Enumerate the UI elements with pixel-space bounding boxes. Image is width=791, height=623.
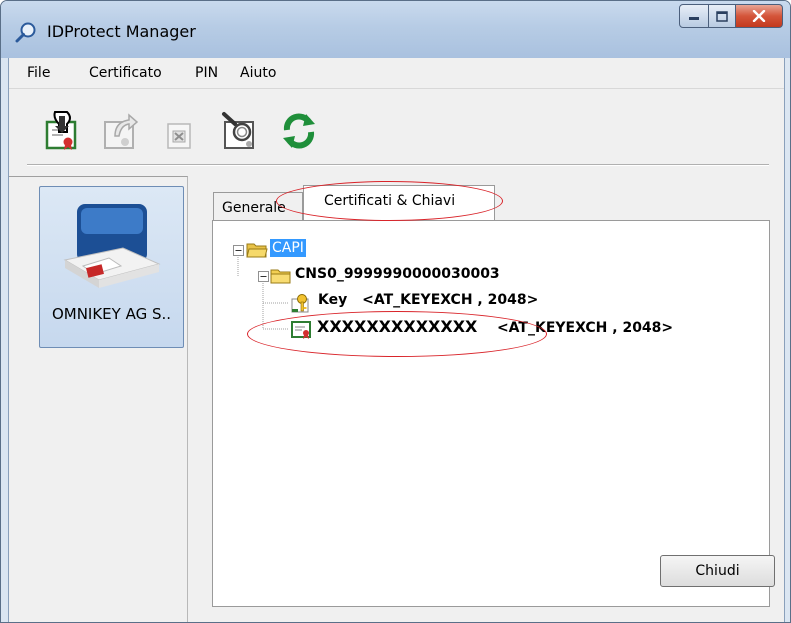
delete-certificate-button[interactable] [161, 110, 201, 152]
close-window-button[interactable] [736, 4, 783, 28]
maximize-button[interactable] [709, 4, 736, 28]
menu-pin[interactable]: PIN [195, 65, 218, 81]
tab-generale[interactable]: Generale [213, 192, 303, 221]
view-certificate-icon [222, 112, 254, 149]
folder-open-icon [246, 243, 268, 258]
key-info: <AT_KEYEXCH , 2048> [362, 292, 539, 308]
import-certificate-button[interactable] [43, 110, 83, 152]
import-certificate-icon [45, 111, 77, 150]
menu-aiuto[interactable]: Aiuto [240, 65, 276, 81]
title-bar[interactable]: IDProtect Manager [1, 1, 790, 58]
client-area: File Certificato PIN Aiuto OMNIKEY AG S.… [8, 58, 785, 622]
export-certificate-button[interactable] [101, 110, 141, 152]
delete-certificate-icon [167, 123, 191, 149]
close-icon [752, 10, 766, 22]
menu-certificato[interactable]: Certificato [89, 65, 162, 81]
menu-bar: File Certificato PIN Aiuto [9, 58, 784, 89]
folder-icon [270, 269, 291, 284]
key-name: Key [318, 292, 348, 308]
view-certificate-button[interactable] [221, 110, 261, 152]
tab-page-certificati: CAPI CNS0_9999990000030003 Key <AT_KEYEX… [212, 220, 775, 607]
toolbar-separator [27, 164, 769, 166]
refresh-button[interactable] [279, 110, 319, 152]
tree-node-capi[interactable]: CAPI [270, 239, 306, 257]
tree-node-certificate[interactable]: XXXXXXXXXXXXX <AT_KEYEXCH , 2048> [317, 317, 673, 336]
certificate-name: XXXXXXXXXXXXX [317, 317, 478, 336]
tree-node-container[interactable]: CNS0_9999990000030003 [295, 266, 500, 282]
certificate-info: <AT_KEYEXCH , 2048> [496, 320, 674, 336]
export-certificate-icon [104, 113, 139, 149]
reader-item-omnikey[interactable]: OMNIKEY AG S.. [39, 186, 184, 348]
tab-generale-label: Generale [222, 200, 286, 216]
window-title: IDProtect Manager [47, 22, 196, 41]
app-magnifier-icon [15, 22, 36, 43]
collapse-icon[interactable] [233, 245, 244, 256]
tree-node-key[interactable]: Key <AT_KEYEXCH , 2048> [318, 292, 538, 308]
collapse-icon[interactable] [258, 271, 269, 282]
certificate-tree[interactable]: CAPI CNS0_9999990000030003 Key <AT_KEYEX… [213, 221, 769, 521]
minimize-icon [689, 17, 699, 20]
tab-certificati-chiavi-label: Certificati & Chiavi [324, 193, 456, 209]
chiudi-button[interactable]: Chiudi [660, 555, 775, 587]
reader-label: OMNIKEY AG S.. [51, 305, 172, 323]
reader-panel: OMNIKEY AG S.. [9, 176, 188, 622]
minimize-button[interactable] [679, 4, 709, 28]
smart-card-reader-icon [63, 204, 161, 288]
tab-certificati-chiavi[interactable]: Certificati & Chiavi [303, 185, 495, 221]
key-icon [291, 294, 309, 313]
menu-file[interactable]: File [27, 65, 50, 81]
certificate-icon [291, 321, 311, 339]
maximize-icon [716, 10, 728, 22]
refresh-icon [283, 113, 315, 149]
caption-buttons [679, 4, 783, 28]
app-window: IDProtect Manager File Certificato PIN A… [0, 0, 791, 623]
